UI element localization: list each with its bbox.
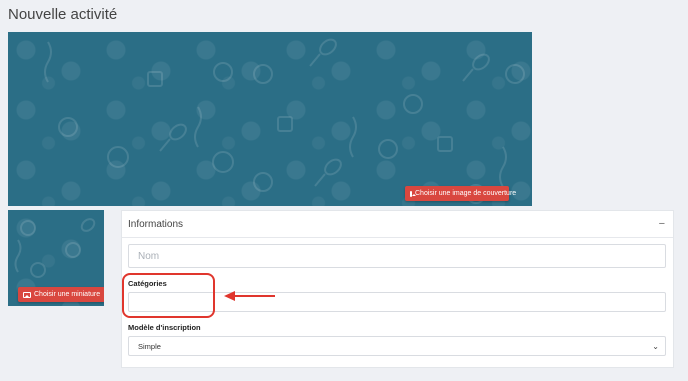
choose-thumbnail-label: Choisir une miniature (34, 291, 101, 298)
chevron-down-icon: ⌄ (652, 341, 659, 351)
panel-title: Informations (128, 218, 184, 230)
page-title: Nouvelle activité (8, 6, 118, 23)
image-icon (410, 190, 416, 197)
cover-image: Choisir une image de couverture (8, 32, 532, 206)
registration-model-value: Simple (138, 341, 161, 351)
image-icon (23, 291, 31, 298)
registration-model-select[interactable]: Simple ⌄ (128, 336, 666, 356)
page: Nouvelle activité Choisir une image de c… (0, 0, 688, 381)
panel-header: Informations − (122, 211, 673, 238)
thumbnail-image: Choisir une miniature (8, 210, 104, 306)
annotation-arrow-icon (224, 291, 275, 301)
minus-icon[interactable]: − (659, 218, 665, 230)
annotation-highlight-box (122, 273, 215, 318)
choose-cover-image-button[interactable]: Choisir une image de couverture (405, 186, 516, 201)
sports-pattern (44, 38, 525, 204)
registration-model-label: Modèle d'inscription (128, 323, 201, 332)
choose-thumbnail-button[interactable]: Choisir une miniature (18, 287, 104, 302)
name-input[interactable] (128, 244, 666, 268)
choose-cover-image-label: Choisir une image de couverture (415, 190, 517, 197)
